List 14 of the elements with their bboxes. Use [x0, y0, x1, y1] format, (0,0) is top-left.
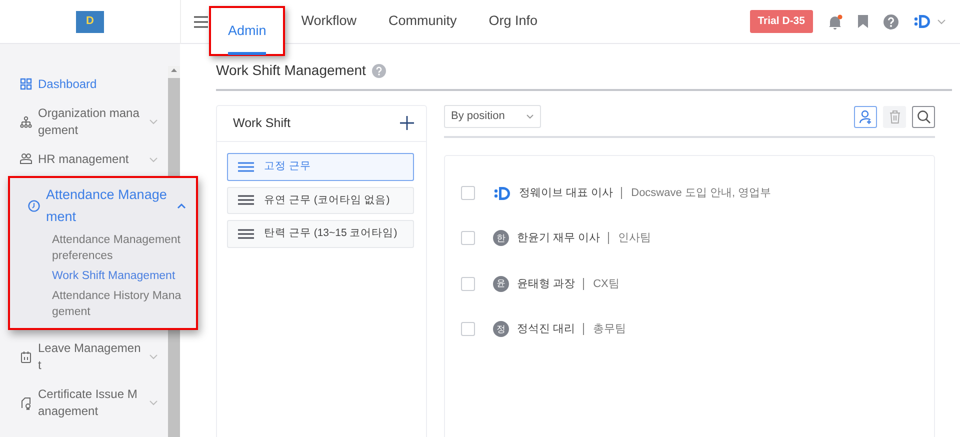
member-name: 윤태형 과장 — [517, 276, 576, 292]
avatar: 윤 — [493, 276, 509, 292]
member-team: CX팀 — [593, 276, 620, 292]
member-team: Docswave 도입 안내, 영업부 — [631, 186, 772, 200]
avatar: 한 — [493, 230, 509, 246]
member-name: 한윤기 재무 이사 — [517, 231, 600, 246]
logo: D — [76, 10, 104, 32]
member-team: 인사팀 — [618, 231, 652, 246]
member-name: 정석진 대리 — [517, 322, 576, 337]
member-team: 총무팀 — [593, 322, 626, 337]
panel-title: Work Shift — [233, 115, 290, 132]
member-name: 정웨이브 대표 이사 — [519, 186, 614, 200]
page-title: Work Shift Management — [216, 61, 366, 80]
avatar: 정 — [493, 321, 509, 338]
